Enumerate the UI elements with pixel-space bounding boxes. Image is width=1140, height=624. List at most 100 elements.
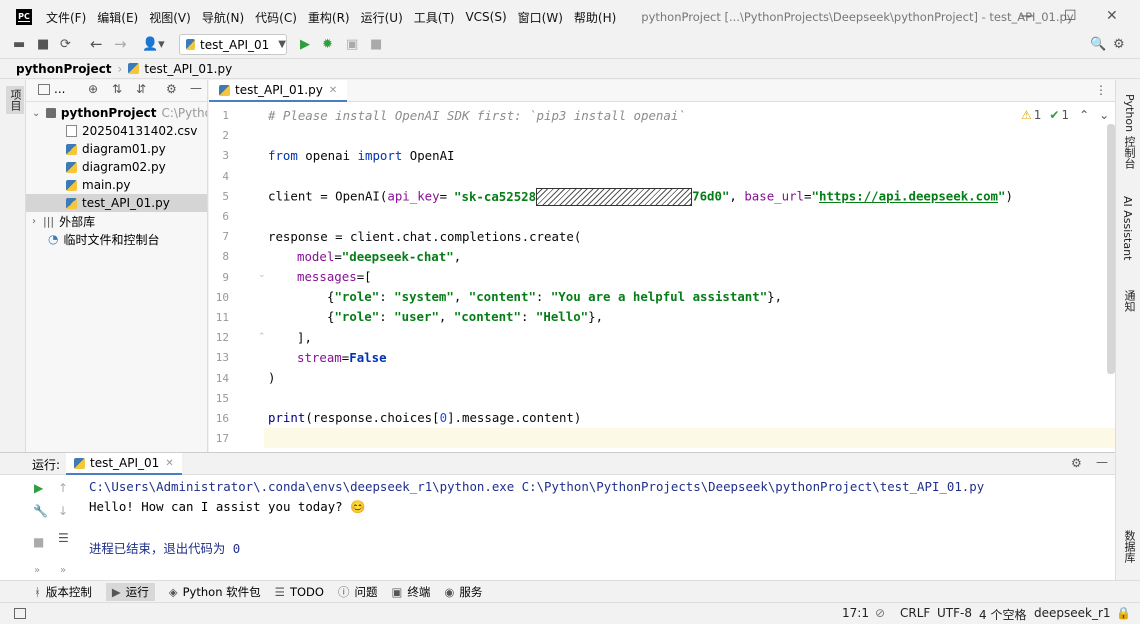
menu-window[interactable]: 窗口(W)	[518, 9, 563, 26]
locate-icon[interactable]: ⊕	[88, 82, 98, 96]
code-line-14[interactable]: )	[268, 370, 275, 385]
inspection-widget[interactable]: ⚠ 1 ✔ 1 ⌃ ⌄	[1021, 108, 1109, 122]
project-tool-tab[interactable]: 项目	[6, 86, 24, 114]
python-file-icon	[128, 63, 140, 74]
code-line-1[interactable]: # Please install OpenAI SDK first: `pip3…	[268, 108, 686, 123]
run-config-select[interactable]: test_API_01 ▼	[179, 34, 287, 55]
tab-services[interactable]: ◉ 服务	[444, 584, 482, 600]
coverage-icon[interactable]: ▣	[346, 37, 358, 52]
scroll-up-icon[interactable]: ↑	[58, 481, 68, 495]
chevron-down-icon[interactable]: ⌄	[1099, 108, 1109, 122]
editor-scrollbar[interactable]	[1107, 124, 1115, 374]
gear-icon[interactable]: ⚙	[166, 82, 177, 96]
save-icon[interactable]: ■	[37, 37, 49, 52]
breadcrumb-file[interactable]: test_API_01.py	[144, 62, 232, 76]
tab-version-control[interactable]: ᚼ 版本控制	[34, 584, 92, 600]
python-console-tab[interactable]: Python 控制台	[1121, 94, 1137, 169]
forward-arrow-icon[interactable]: →	[114, 35, 127, 53]
maximize-icon[interactable]: ☐	[1064, 8, 1077, 24]
code-line-12[interactable]: ],	[268, 330, 312, 345]
hide-icon[interactable]: —	[190, 81, 202, 95]
tab-problems[interactable]: ⓘ 问题	[338, 584, 378, 600]
code-line-7[interactable]: response = client.chat.completions.creat…	[268, 229, 581, 244]
menu-run[interactable]: 运行(U)	[361, 9, 403, 26]
more-right-icon[interactable]: »	[60, 565, 66, 576]
tree-file-diagram02[interactable]: diagram02.py	[26, 158, 207, 176]
tab-terminal[interactable]: ▣ 终端	[391, 584, 430, 600]
menu-file[interactable]: 文件(F)	[46, 9, 86, 26]
open-folder-icon[interactable]: ▬	[13, 37, 25, 52]
tree-root[interactable]: ⌄ pythonProject C:\Python\	[26, 104, 207, 122]
code-line-11[interactable]: {"role": "user", "content": "Hello"},	[268, 309, 603, 324]
notifications-tab[interactable]: 通知	[1121, 290, 1137, 312]
stop-icon[interactable]: ■	[33, 535, 44, 549]
breadcrumb-project[interactable]: pythonProject	[16, 62, 112, 76]
wrench-icon[interactable]: 🔧	[33, 504, 48, 518]
back-arrow-icon[interactable]: ←	[90, 35, 103, 53]
tab-todo[interactable]: ☰ TODO	[275, 585, 324, 599]
line-separator[interactable]: CRLF	[900, 606, 930, 620]
menu-help[interactable]: 帮助(H)	[574, 9, 616, 26]
tab-python-packages[interactable]: ◈ Python 软件包	[169, 584, 261, 600]
code-line-5[interactable]: client = OpenAI(api_key= "sk-ca52528 76d0"…	[268, 188, 1013, 206]
gear-icon[interactable]: ⚙	[1071, 456, 1082, 470]
tab-run[interactable]: ▶ 运行	[105, 582, 155, 601]
stop-icon[interactable]: ■	[370, 37, 382, 52]
rerun-icon[interactable]: ▶	[34, 481, 43, 495]
tree-scratches[interactable]: ◔ 临时文件和控制台	[26, 230, 207, 248]
hide-icon[interactable]: —	[1096, 455, 1108, 469]
tree-file-diagram01[interactable]: diagram01.py	[26, 140, 207, 158]
tree-file-csv[interactable]: 202504131402.csv	[26, 122, 207, 140]
layout-icon[interactable]	[14, 608, 26, 619]
lock-icon[interactable]: 🔒	[1116, 606, 1131, 620]
settings-icon[interactable]: ⚙	[1113, 37, 1125, 52]
indent-setting[interactable]: 4 个空格	[979, 606, 1026, 623]
url-link[interactable]: https://api.deepseek.com	[819, 189, 998, 204]
menu-edit[interactable]: 编辑(E)	[97, 9, 138, 26]
run-icon[interactable]: ▶	[300, 37, 310, 52]
soft-wrap-icon[interactable]: ☰	[58, 531, 69, 545]
file-encoding[interactable]: UTF-8	[937, 606, 972, 620]
database-tab[interactable]: 数据库	[1121, 530, 1137, 563]
close-tab-icon[interactable]: ✕	[165, 458, 173, 469]
panel-view-label[interactable]: ...	[54, 82, 65, 96]
menu-tools[interactable]: 工具(T)	[414, 9, 455, 26]
run-tab[interactable]: test_API_01 ✕	[66, 453, 182, 475]
code-line-8[interactable]: model="deepseek-chat",	[268, 249, 461, 264]
tab-test-api[interactable]: test_API_01.py ✕	[209, 80, 348, 102]
project-tree: ⌄ pythonProject C:\Python\ 202504131402.…	[26, 102, 207, 248]
expand-all-icon[interactable]: ⇅	[112, 82, 122, 96]
code-line-16[interactable]: print(response.choices[0].message.conten…	[268, 410, 581, 425]
tree-external-libs[interactable]: › ||| 外部库	[26, 212, 207, 230]
interpreter[interactable]: deepseek_r1	[1034, 606, 1111, 620]
code-line-13[interactable]: stream=False	[268, 350, 387, 365]
more-icon[interactable]: ⋮	[1095, 83, 1107, 97]
menu-vcs[interactable]: VCS(S)	[465, 10, 506, 24]
panel-view-icon[interactable]	[38, 84, 50, 95]
fold-end-icon[interactable]: ⌃	[258, 332, 266, 342]
search-icon[interactable]: 🔍	[1090, 37, 1106, 52]
code-line-9[interactable]: messages=[	[268, 269, 372, 284]
collapse-all-icon[interactable]: ⇵	[136, 82, 146, 96]
fold-icon[interactable]: ⌄	[258, 270, 266, 280]
readonly-icon[interactable]: ⊘	[875, 606, 885, 620]
close-icon[interactable]: ✕	[1106, 8, 1118, 24]
menu-code[interactable]: 代码(C)	[255, 9, 297, 26]
tree-file-test-api[interactable]: test_API_01.py	[26, 194, 207, 212]
tree-file-main[interactable]: main.py	[26, 176, 207, 194]
code-line-10[interactable]: {"role": "system", "content": "You are a…	[268, 289, 782, 304]
minimize-icon[interactable]: —	[1020, 8, 1034, 24]
debug-icon[interactable]: ✹	[322, 37, 333, 52]
sync-icon[interactable]: ⟳	[60, 37, 71, 52]
code-line-3[interactable]: from openai import OpenAI	[268, 148, 455, 163]
user-icon[interactable]: 👤▾	[142, 37, 165, 52]
menu-view[interactable]: 视图(V)	[149, 9, 191, 26]
more-left-icon[interactable]: »	[34, 565, 40, 576]
menu-refactor[interactable]: 重构(R)	[308, 9, 350, 26]
close-tab-icon[interactable]: ✕	[329, 85, 337, 96]
scroll-down-icon[interactable]: ↓	[58, 504, 68, 518]
ai-assistant-tab[interactable]: AI Assistant	[1121, 196, 1134, 260]
menu-navigate[interactable]: 导航(N)	[202, 9, 244, 26]
chevron-up-icon[interactable]: ⌃	[1079, 108, 1089, 122]
caret-position[interactable]: 17:1	[842, 606, 869, 620]
